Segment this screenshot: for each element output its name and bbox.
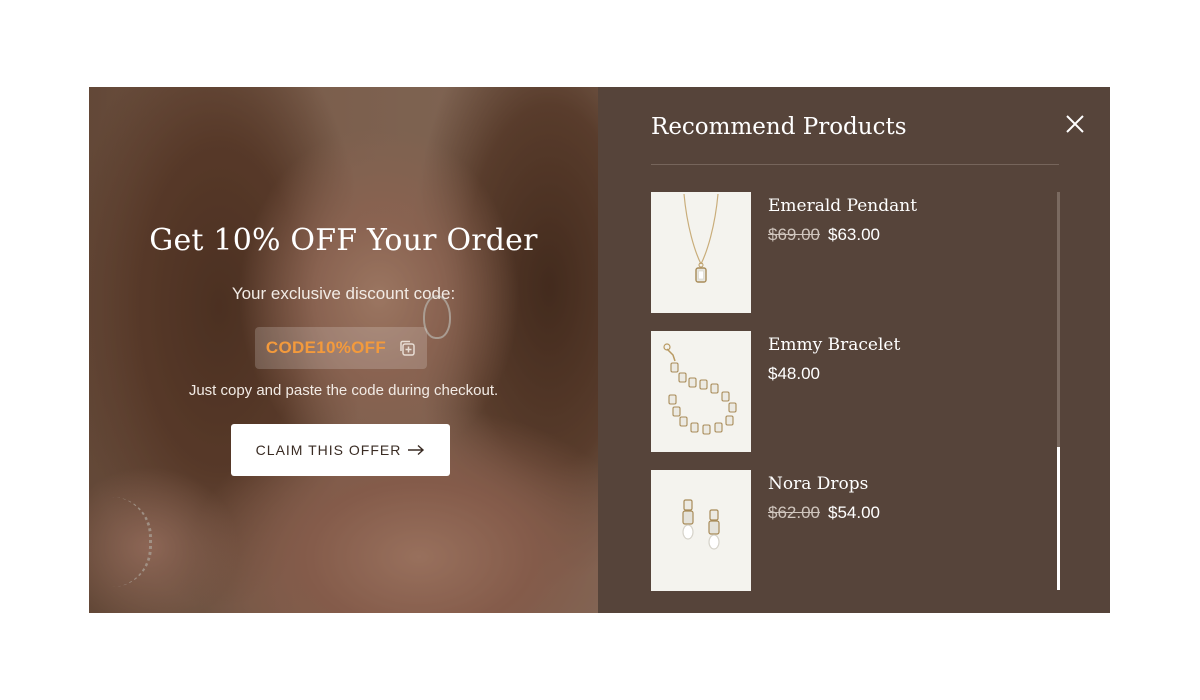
promo-panel: Get 10% OFF Your Order Your exclusive di… [89,87,598,613]
product-price-row: $48.00 [768,364,820,384]
product-price-row: $62.00 $54.00 [768,503,880,523]
promo-note: Just copy and paste the code during chec… [188,382,499,399]
product-price: $54.00 [828,503,880,522]
title-divider [651,164,1059,165]
promo-subtitle: Your exclusive discount code: [231,284,456,303]
product-price-row: $69.00 $63.00 [768,225,880,245]
discount-code: CODE10%OFF [265,338,387,357]
recommended-products-panel: Recommend Products Emerald Pendant $69.0… [598,87,1110,613]
product-image[interactable] [651,192,751,313]
close-icon [1066,115,1084,133]
close-button[interactable] [1060,109,1090,139]
discount-code-box[interactable]: CODE10%OFF [255,327,427,369]
product-list: Emerald Pendant $69.00 $63.00 Emmy Brace… [651,192,1051,592]
product-name[interactable]: Emmy Bracelet [768,335,900,355]
product-image[interactable] [651,470,751,591]
product-old-price: $69.00 [768,225,820,244]
claim-offer-button[interactable]: CLAIM THIS OFFER [231,424,450,476]
product-item[interactable]: Emerald Pendant $69.00 $63.00 [651,192,1031,314]
product-name[interactable]: Nora Drops [768,474,868,494]
promo-title: Get 10% OFF Your Order [149,223,538,258]
discount-modal: Get 10% OFF Your Order Your exclusive di… [89,87,1110,613]
product-name[interactable]: Emerald Pendant [768,196,917,216]
scrollbar-thumb[interactable] [1057,447,1060,590]
panel-title: Recommend Products [651,114,907,140]
arrow-right-icon [408,444,425,456]
crystal-bracelet-icon [663,343,737,435]
product-price: $48.00 [768,364,820,383]
product-item[interactable]: Nora Drops $62.00 $54.00 [651,470,1031,592]
product-item[interactable]: Emmy Bracelet $48.00 [651,331,1031,453]
claim-offer-label: CLAIM THIS OFFER [255,442,402,458]
product-image[interactable] [651,331,751,452]
copy-icon[interactable] [398,339,416,357]
pendant-necklace-icon [683,193,719,283]
promo-content: Get 10% OFF Your Order Your exclusive di… [89,87,598,613]
product-old-price: $62.00 [768,503,820,522]
product-price: $63.00 [828,225,880,244]
pearl-drop-earrings-icon [682,499,720,550]
